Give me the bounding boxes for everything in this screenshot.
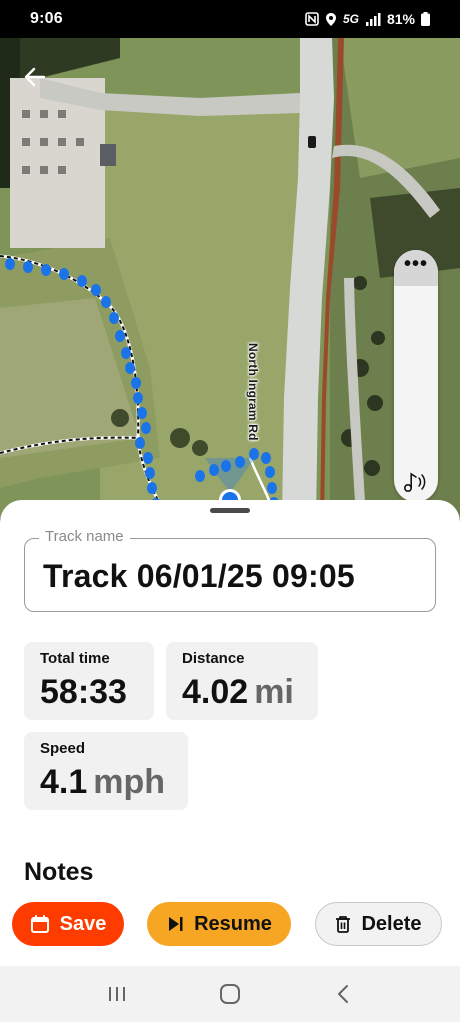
recents-icon xyxy=(108,987,125,1001)
speed-unit: mph xyxy=(93,763,166,801)
stat-value: 4.02 mi xyxy=(182,673,302,712)
home-icon xyxy=(219,984,240,1004)
speed-value: 4.1 xyxy=(40,763,88,801)
back-nav-button[interactable] xyxy=(313,974,373,1014)
map-view[interactable]: North Ingram Rd ••• xyxy=(0,38,460,518)
back-arrow-icon xyxy=(24,67,46,87)
stat-speed: Speed 4.1 mph xyxy=(24,732,188,810)
track-name-field[interactable]: Track name Track 06/01/25 09:05 xyxy=(24,528,436,612)
total-time-value: 58:33 xyxy=(40,673,127,711)
chevron-left-icon xyxy=(338,985,349,1003)
satellite-map xyxy=(0,38,460,518)
status-time: 9:06 xyxy=(30,10,63,27)
calendar-icon xyxy=(30,915,49,933)
more-icon: ••• xyxy=(403,253,428,275)
resume-button[interactable]: Resume xyxy=(147,902,291,946)
stat-value: 4.1 mph xyxy=(40,763,172,802)
status-icons: 5G 81% xyxy=(305,11,430,27)
distance-unit: mi xyxy=(254,673,294,711)
delete-button[interactable]: Delete xyxy=(315,902,442,946)
more-options-button[interactable]: ••• xyxy=(394,250,438,286)
delete-label: Delete xyxy=(361,912,422,935)
sheet-drag-handle[interactable] xyxy=(210,508,250,513)
notes-heading: Notes xyxy=(24,858,94,886)
location-icon xyxy=(325,12,337,27)
stat-value: 58:33 xyxy=(40,673,138,712)
track-sheet: Track name Track 06/01/25 09:05 Total ti… xyxy=(0,500,460,966)
map-controls: ••• xyxy=(394,250,438,502)
save-button[interactable]: Save xyxy=(12,902,124,946)
track-name-value[interactable]: Track 06/01/25 09:05 xyxy=(43,558,355,595)
distance-value: 4.02 xyxy=(182,673,249,711)
save-label: Save xyxy=(59,912,107,935)
back-button[interactable] xyxy=(18,60,52,94)
resume-play-icon xyxy=(169,917,183,931)
stat-label: Total time xyxy=(40,650,110,667)
trash-icon xyxy=(336,916,351,933)
nfc-icon xyxy=(305,12,319,26)
signal-icon xyxy=(365,12,381,26)
stat-distance: Distance 4.02 mi xyxy=(166,642,318,720)
track-name-label: Track name xyxy=(39,528,130,545)
network-type: 5G xyxy=(342,12,359,26)
system-nav-bar xyxy=(0,966,460,1022)
recent-apps-button[interactable] xyxy=(87,974,147,1014)
home-button[interactable] xyxy=(200,974,260,1014)
resume-label: Resume xyxy=(194,912,272,935)
status-bar: 9:06 5G 81% xyxy=(0,0,460,38)
audio-button[interactable] xyxy=(394,470,438,494)
battery-percent: 81% xyxy=(386,11,415,27)
road-label: North Ingram Rd xyxy=(246,343,260,441)
stat-label: Distance xyxy=(182,650,245,667)
stat-total-time: Total time 58:33 xyxy=(24,642,154,720)
stat-label: Speed xyxy=(40,740,86,757)
battery-icon xyxy=(421,12,430,26)
music-note-icon xyxy=(403,472,426,493)
